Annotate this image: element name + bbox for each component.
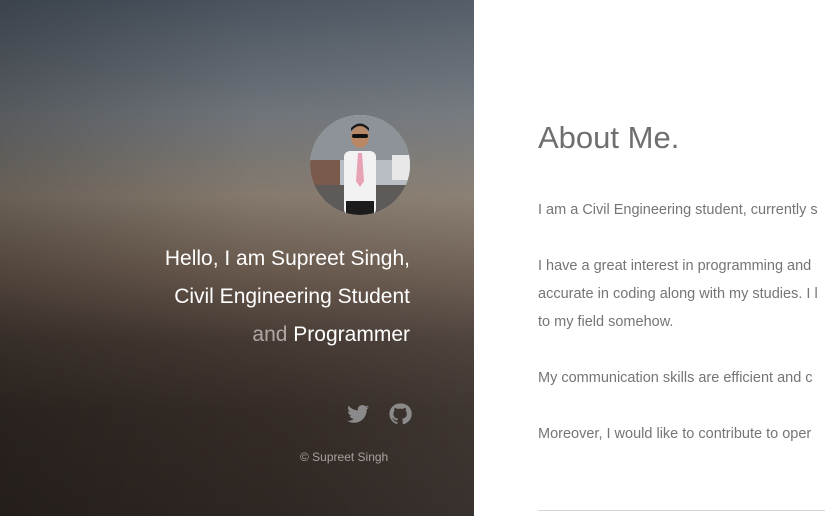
intro-text: Hello, I am Supreet Singh, Civil Enginee… bbox=[80, 240, 410, 354]
avatar-photo bbox=[310, 115, 410, 215]
paragraph-line: to my field somehow. bbox=[538, 314, 674, 330]
about-paragraph-4: Moreover, I would like to contribute to … bbox=[538, 420, 825, 448]
paragraph-line: I am a Civil Engineering student, curren… bbox=[538, 202, 818, 218]
paragraph-line: accurate in coding along with my studies… bbox=[538, 286, 818, 302]
page-title: About Me. bbox=[538, 120, 680, 155]
and-word: and bbox=[252, 323, 288, 346]
paragraph-line: My communication skills are efficient an… bbox=[538, 370, 813, 386]
twitter-icon[interactable] bbox=[346, 402, 370, 426]
main-content: About Me. I am a Civil Engineering stude… bbox=[474, 0, 825, 516]
paragraph-line: Moreover, I would like to contribute to … bbox=[538, 426, 812, 442]
role-word: Programmer bbox=[293, 323, 410, 346]
avatar bbox=[310, 115, 410, 215]
about-paragraph-2: I have a great interest in programming a… bbox=[538, 252, 825, 336]
social-links bbox=[346, 402, 412, 428]
about-paragraph-1: I am a Civil Engineering student, curren… bbox=[538, 196, 825, 224]
subtitle-line: Civil Engineering Student bbox=[174, 285, 410, 308]
section-divider bbox=[538, 510, 825, 511]
github-icon[interactable] bbox=[388, 402, 412, 426]
greeting-line: Hello, I am Supreet Singh, bbox=[164, 247, 410, 270]
about-paragraph-3: My communication skills are efficient an… bbox=[538, 364, 825, 392]
role-line: and Programmer bbox=[80, 316, 410, 354]
paragraph-line: I have a great interest in programming a… bbox=[538, 258, 812, 274]
copyright-text: © Supreet Singh bbox=[300, 450, 389, 464]
sidebar: Hello, I am Supreet Singh, Civil Enginee… bbox=[0, 0, 474, 516]
